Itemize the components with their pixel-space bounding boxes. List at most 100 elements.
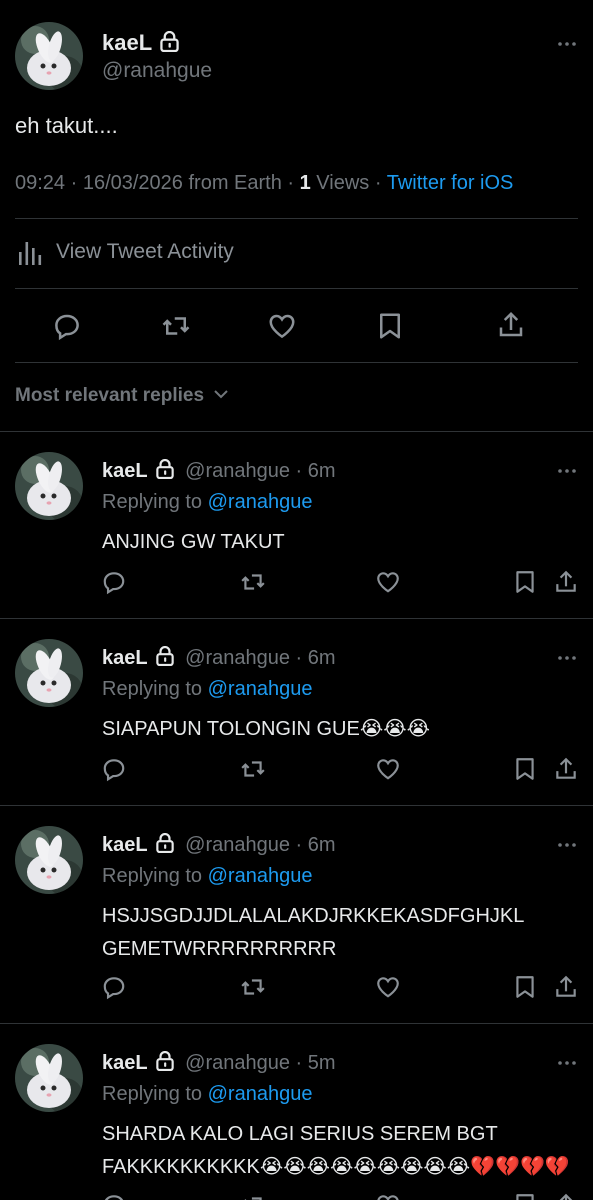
- bookmark-icon[interactable]: [512, 569, 538, 595]
- heart-icon[interactable]: [375, 1192, 401, 1200]
- lock-icon: [156, 1051, 174, 1071]
- reply-icon[interactable]: [101, 756, 127, 782]
- share-icon[interactable]: [553, 756, 579, 782]
- main-tweet: kaeL @ranahgue eh takut.... 09:24 · 16/0…: [0, 0, 593, 432]
- reply-tweet[interactable]: kaeL @ranahgue · 6m Replying to @ranahgu…: [0, 433, 593, 619]
- replying-to-label: Replying to: [102, 678, 208, 700]
- heart-icon[interactable]: [375, 569, 401, 595]
- reply-timestamp[interactable]: · 6m: [296, 460, 336, 482]
- author-handle[interactable]: @ranahgue: [185, 834, 290, 856]
- activity-icon: [19, 242, 42, 265]
- bookmark-icon[interactable]: [512, 756, 538, 782]
- views-count: 1: [299, 172, 311, 194]
- tweet-text: eh takut....: [15, 113, 118, 138]
- avatar-image: [15, 826, 83, 894]
- tweet-source[interactable]: Twitter for iOS: [387, 172, 514, 194]
- chevron-down-icon: [214, 390, 229, 399]
- author-name[interactable]: kaeL: [102, 647, 148, 669]
- retweet-icon[interactable]: [239, 974, 267, 1000]
- reply-icon[interactable]: [101, 1192, 127, 1200]
- retweet-icon[interactable]: [239, 1192, 267, 1200]
- author-handle[interactable]: @ranahgue: [185, 460, 290, 482]
- reply-header: kaeL @ranahgue · 6m: [102, 833, 336, 857]
- reply-action-bar: [0, 756, 593, 786]
- share-icon[interactable]: [553, 1192, 579, 1200]
- heart-icon[interactable]: [375, 974, 401, 1000]
- reply-text: SIAPAPUN TOLONGIN GUE😭😭😭: [102, 718, 430, 740]
- lock-icon: [160, 31, 179, 52]
- heart-icon[interactable]: [375, 756, 401, 782]
- avatar-image: [15, 639, 83, 707]
- reply-action-bar: [0, 974, 593, 1004]
- reply-timestamp[interactable]: · 6m: [296, 647, 336, 669]
- retweet-icon[interactable]: [239, 756, 267, 782]
- view-activity-button[interactable]: View Tweet Activity: [18, 238, 234, 266]
- avatar-image: [15, 1044, 83, 1112]
- share-icon[interactable]: [553, 569, 579, 595]
- reply-icon[interactable]: [101, 974, 127, 1000]
- bookmark-icon[interactable]: [375, 311, 405, 341]
- reply-tweet[interactable]: kaeL @ranahgue · 6m Replying to @ranahgu…: [0, 620, 593, 806]
- reply-timestamp[interactable]: · 5m: [296, 1052, 336, 1074]
- author-name[interactable]: kaeL: [102, 1052, 148, 1074]
- lock-icon: [156, 646, 174, 666]
- author-name[interactable]: kaeL: [102, 834, 148, 856]
- more-icon[interactable]: [557, 468, 577, 474]
- reply-text: HSJJSGDJJDLALALAKDJRKKEKASDFGHJKL GEMETW…: [102, 905, 524, 960]
- replying-to: Replying to @ranahgue: [102, 491, 312, 514]
- reply-action-bar: [0, 1192, 593, 1200]
- lock-icon: [156, 459, 174, 479]
- author-name[interactable]: kaeL: [102, 30, 152, 55]
- tweet-action-bar: [0, 305, 593, 349]
- author-handle[interactable]: @ranahgue: [185, 647, 290, 669]
- more-icon[interactable]: [557, 41, 577, 47]
- replying-to-label: Replying to: [102, 865, 208, 887]
- divider: [15, 218, 578, 219]
- replying-to-handle[interactable]: @ranahgue: [208, 865, 313, 887]
- reply-icon[interactable]: [101, 569, 127, 595]
- author-handle[interactable]: @ranahgue: [102, 59, 212, 83]
- reply-icon[interactable]: [52, 311, 82, 341]
- share-icon[interactable]: [496, 310, 526, 340]
- replying-to: Replying to @ranahgue: [102, 865, 312, 888]
- lock-icon: [156, 833, 174, 853]
- avatar[interactable]: [15, 639, 83, 707]
- replying-to-handle[interactable]: @ranahgue: [208, 1083, 313, 1105]
- avatar[interactable]: [15, 452, 83, 520]
- author-name[interactable]: kaeL: [102, 460, 148, 482]
- more-icon[interactable]: [557, 842, 577, 848]
- reply-text: ANJING GW TAKUT: [102, 531, 285, 553]
- more-icon[interactable]: [557, 655, 577, 661]
- avatar[interactable]: [15, 22, 83, 90]
- retweet-icon[interactable]: [160, 311, 192, 341]
- replying-to: Replying to @ranahgue: [102, 1083, 312, 1106]
- replying-to-label: Replying to: [102, 1083, 208, 1105]
- view-activity-label: View Tweet Activity: [56, 240, 234, 263]
- avatar[interactable]: [15, 1044, 83, 1112]
- reply-timestamp[interactable]: · 6m: [296, 834, 336, 856]
- retweet-icon[interactable]: [239, 569, 267, 595]
- reply-header: kaeL @ranahgue · 5m: [102, 1051, 336, 1075]
- avatar[interactable]: [15, 826, 83, 894]
- replies-sort-label: Most relevant replies: [15, 385, 205, 406]
- tweet-meta: 09:24 · 16/03/2026 from Earth · 1 Views …: [15, 172, 513, 195]
- heart-icon[interactable]: [267, 311, 297, 341]
- reply-tweet[interactable]: kaeL @ranahgue · 5m Replying to @ranahgu…: [0, 1025, 593, 1200]
- bookmark-icon[interactable]: [512, 974, 538, 1000]
- more-icon[interactable]: [557, 1060, 577, 1066]
- avatar-image: [15, 452, 83, 520]
- divider: [15, 288, 578, 289]
- author-name-row[interactable]: kaeL: [102, 30, 179, 56]
- bookmark-icon[interactable]: [512, 1192, 538, 1200]
- tweet-timestamp[interactable]: 09:24 · 16/03/2026 from Earth ·: [15, 172, 300, 194]
- views-label: Views ·: [310, 172, 387, 194]
- reply-header: kaeL @ranahgue · 6m: [102, 459, 336, 483]
- reply-header: kaeL @ranahgue · 6m: [102, 646, 336, 670]
- replying-to-handle[interactable]: @ranahgue: [208, 491, 313, 513]
- share-icon[interactable]: [553, 974, 579, 1000]
- replying-to-handle[interactable]: @ranahgue: [208, 678, 313, 700]
- reply-tweet[interactable]: kaeL @ranahgue · 6m Replying to @ranahgu…: [0, 807, 593, 1024]
- replies-sort-dropdown[interactable]: Most relevant replies: [15, 385, 229, 407]
- replying-to-label: Replying to: [102, 491, 208, 513]
- author-handle[interactable]: @ranahgue: [185, 1052, 290, 1074]
